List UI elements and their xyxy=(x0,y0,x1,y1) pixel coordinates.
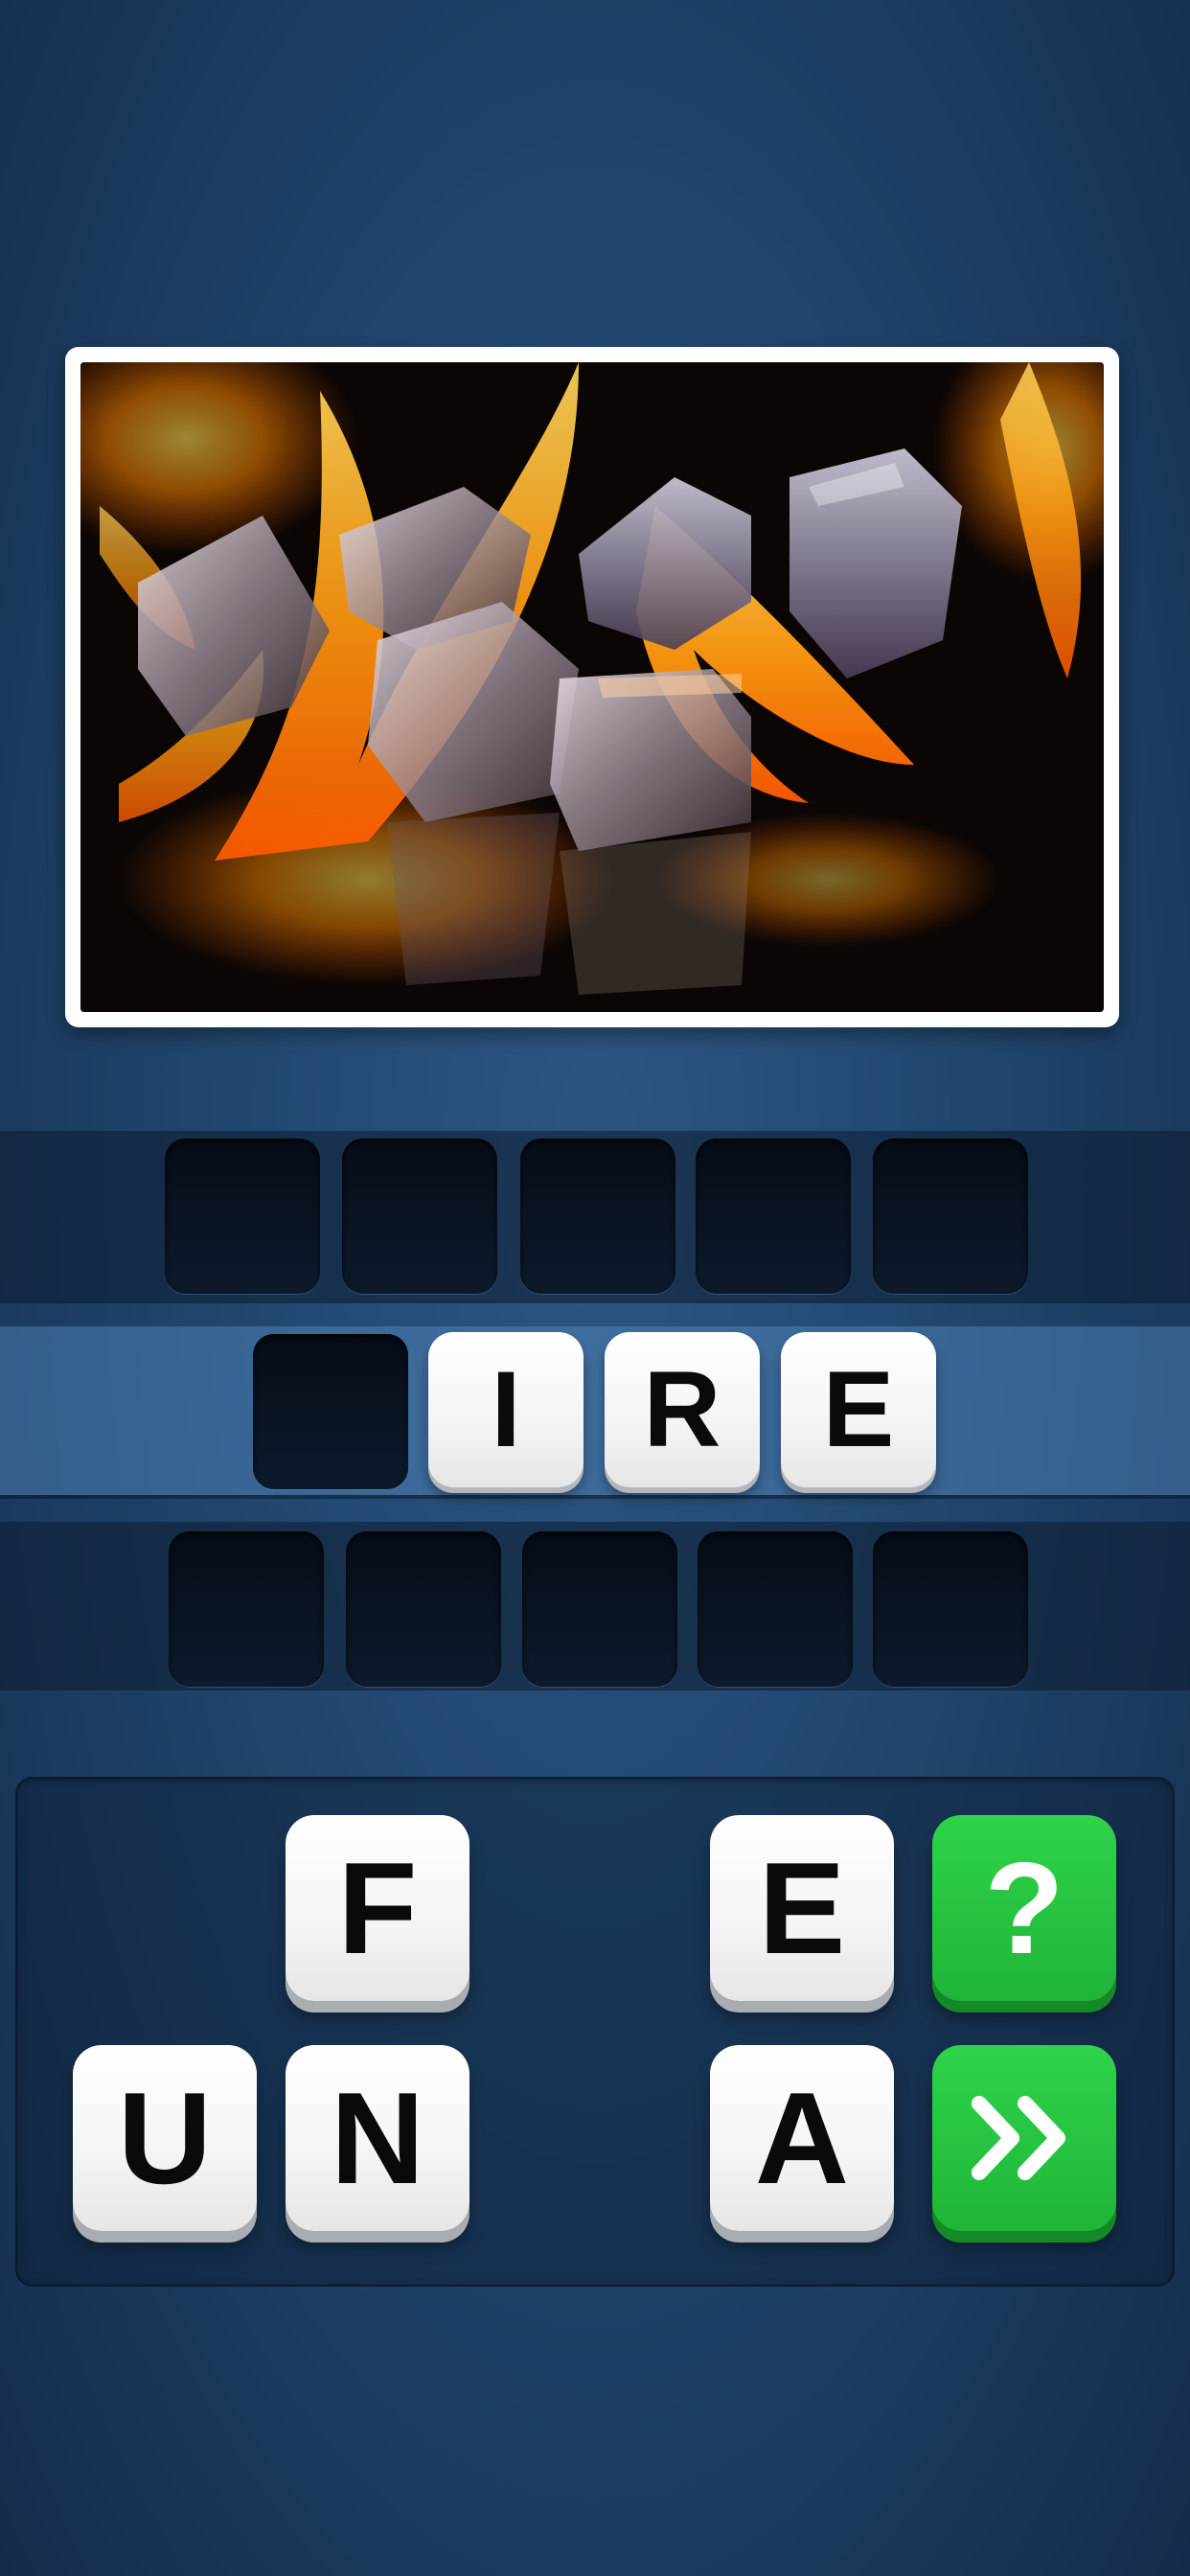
band-divider xyxy=(0,1495,1190,1499)
answer-slot[interactable] xyxy=(346,1531,501,1687)
answer-slot[interactable] xyxy=(165,1138,320,1294)
letter-tile-a[interactable]: A xyxy=(710,2045,894,2231)
answer-slot[interactable] xyxy=(522,1531,677,1687)
answer-slot-empty[interactable] xyxy=(253,1334,408,1489)
answer-tile[interactable]: E xyxy=(781,1332,936,1487)
letter-tile-n[interactable]: N xyxy=(286,2045,469,2231)
letter-tile-e[interactable]: E xyxy=(710,1815,894,2001)
band-divider xyxy=(0,1300,1190,1303)
answer-slot[interactable] xyxy=(873,1138,1028,1294)
letter-tile-f[interactable]: F xyxy=(286,1815,469,2001)
answer-slot[interactable] xyxy=(520,1138,675,1294)
puzzle-photo xyxy=(80,362,1104,1012)
answer-row-middle-band xyxy=(0,1326,1190,1495)
answer-slot[interactable] xyxy=(696,1138,851,1294)
answer-slot[interactable] xyxy=(169,1531,324,1687)
answer-slot[interactable] xyxy=(873,1531,1028,1687)
hint-button[interactable]: ? xyxy=(932,1815,1116,2001)
fire-and-ice-image xyxy=(80,362,1104,1012)
skip-button[interactable] xyxy=(932,2045,1116,2231)
answer-tile[interactable]: R xyxy=(605,1332,760,1487)
letter-tile-u[interactable]: U xyxy=(73,2045,257,2231)
answer-tile[interactable]: I xyxy=(428,1332,584,1487)
double-chevron-right-icon xyxy=(972,2096,1065,2180)
answer-slot[interactable] xyxy=(342,1138,497,1294)
puzzle-photo-frame xyxy=(65,347,1119,1027)
question-mark-icon: ? xyxy=(984,1835,1064,1981)
answer-slot[interactable] xyxy=(698,1531,853,1687)
